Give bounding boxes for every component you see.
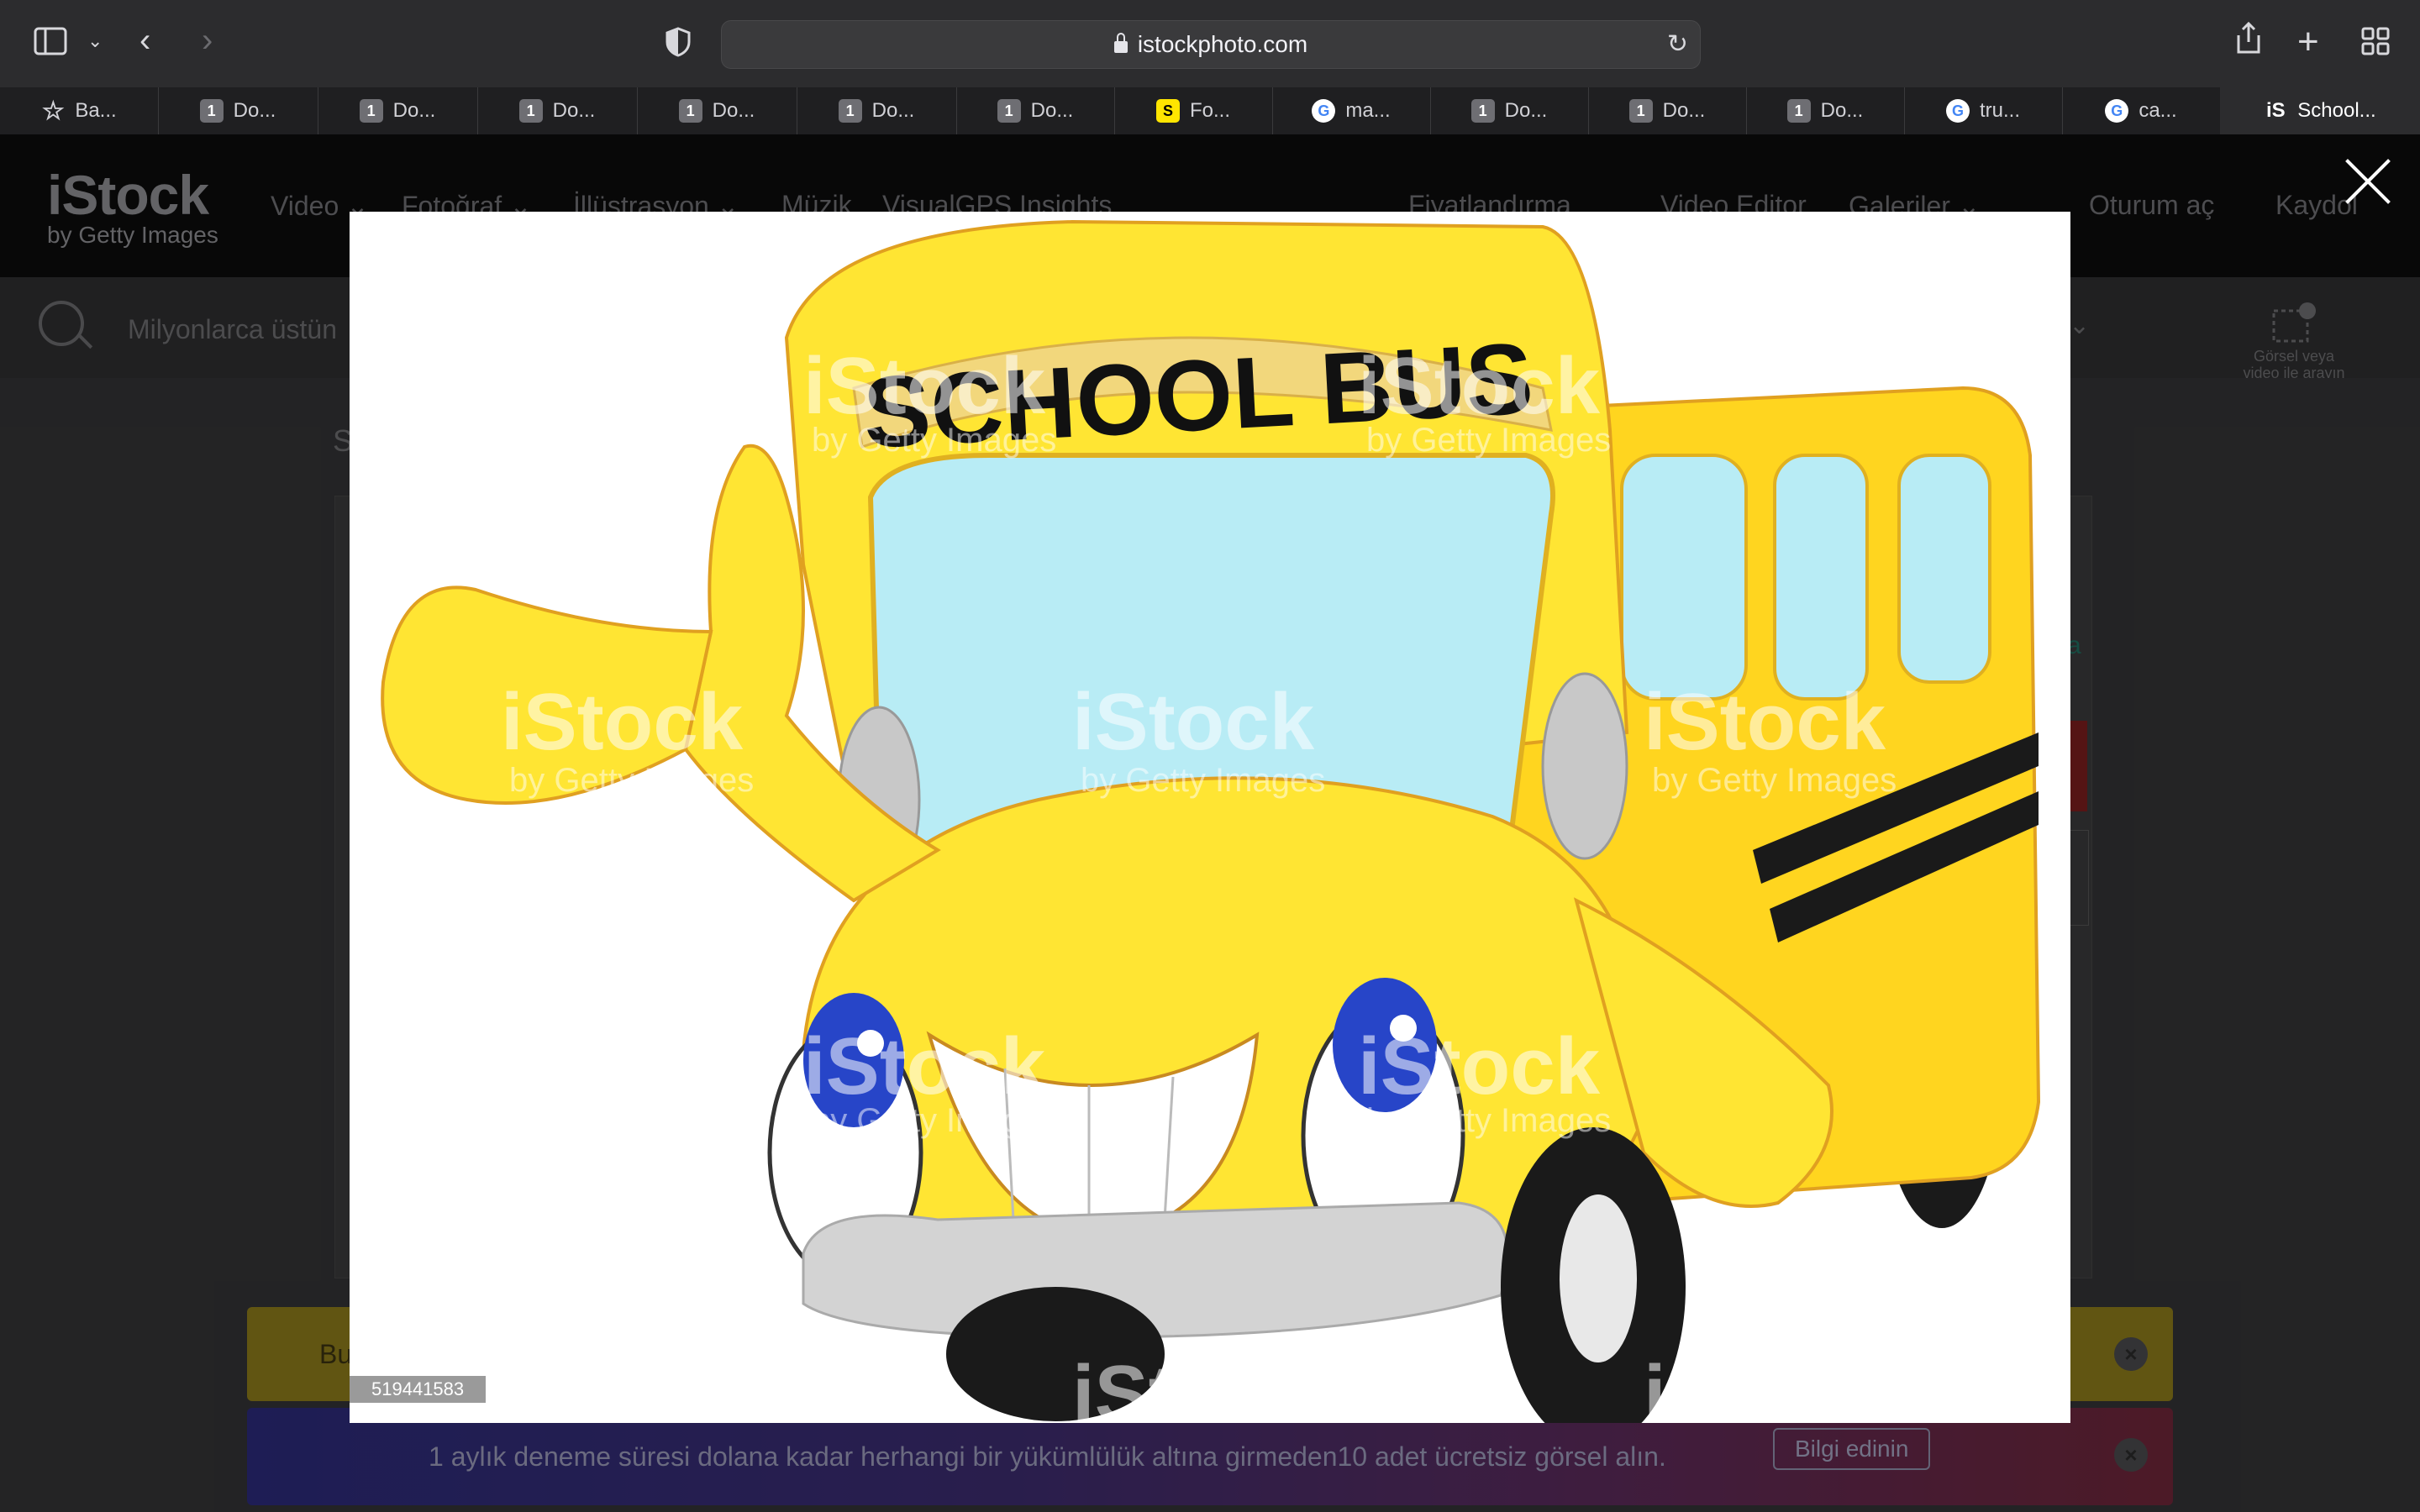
- onepassword-icon: 1: [1470, 99, 1495, 123]
- tab-label: Do...: [1662, 99, 1706, 122]
- tab-1password[interactable]: 1 Do...: [1746, 87, 1905, 134]
- tab-1password[interactable]: 1 Do...: [1588, 87, 1747, 134]
- tab-label: Do...: [552, 99, 596, 122]
- google-icon: G: [1312, 99, 1336, 123]
- tab-label: Ba...: [75, 99, 117, 122]
- watermark-sub-text: by Getty Images: [812, 1102, 1056, 1139]
- onepassword-icon: 1: [678, 99, 702, 123]
- tab-1password[interactable]: 1 Do...: [956, 87, 1115, 134]
- tab-label: Do...: [1820, 99, 1864, 122]
- back-icon[interactable]: ‹: [139, 24, 150, 57]
- tab-label: tru...: [1979, 99, 2020, 122]
- reload-icon[interactable]: ↻: [1667, 29, 1688, 59]
- onepassword-icon: 1: [838, 99, 862, 123]
- chevron-down-icon[interactable]: ⌄: [87, 32, 103, 50]
- tab-label: ma...: [1345, 99, 1391, 122]
- watermark-sub-text: by Getty Images: [1366, 422, 1611, 459]
- watermark-text: iStock: [1358, 341, 1601, 431]
- tab-label: Do...: [871, 99, 915, 122]
- privacy-shield-icon[interactable]: [666, 27, 691, 63]
- watermark-text: iStock: [803, 1021, 1046, 1111]
- watermark-text: iStock: [1072, 677, 1315, 767]
- tab-label: Fo...: [1189, 99, 1230, 122]
- watermark-text: iStock: [1644, 1349, 1886, 1423]
- tab-1password[interactable]: 1 Do...: [477, 87, 638, 134]
- watermark-text: iStock: [501, 1349, 744, 1423]
- lightbox-close-icon[interactable]: [2343, 156, 2393, 207]
- istock-icon: iS: [2265, 99, 2286, 122]
- url-text: istockphoto.com: [722, 31, 1700, 58]
- tab-1password[interactable]: 1 Do...: [637, 87, 797, 134]
- tab-label: Do...: [712, 99, 755, 122]
- star-icon: ☆: [41, 97, 65, 125]
- tab-1password[interactable]: 1 Do...: [797, 87, 957, 134]
- tab-label: ca...: [2139, 99, 2177, 122]
- google-icon: G: [2105, 99, 2129, 123]
- new-tab-icon[interactable]: +: [2297, 24, 2319, 60]
- sidebar-toggle-icon[interactable]: [34, 27, 67, 61]
- tab-label: School...: [2297, 99, 2376, 122]
- url-label: istockphoto.com: [1137, 31, 1308, 57]
- s-icon: S: [1155, 99, 1180, 123]
- onepassword-icon: 1: [518, 99, 543, 123]
- tab-overview-icon[interactable]: [2361, 27, 2390, 61]
- onepassword-icon: 1: [199, 99, 224, 123]
- tab-google[interactable]: Gma...: [1272, 87, 1431, 134]
- watermark-text: iStock: [1644, 677, 1886, 767]
- tab-label: Do...: [1030, 99, 1074, 122]
- lock-icon: [1113, 33, 1128, 53]
- browser-toolbar: ⌄ ‹ › istockphoto.com ↻ +: [0, 0, 2420, 88]
- tab-label: Do...: [233, 99, 276, 122]
- onepassword-icon: 1: [997, 99, 1021, 123]
- watermark-sub-text: by Getty Images: [812, 422, 1056, 459]
- tab-label: Do...: [1504, 99, 1548, 122]
- watermark-text: iStock: [1072, 1349, 1315, 1423]
- watermark-sub-text: by Getty Images: [509, 762, 754, 799]
- watermark-sub-text: by Getty Images: [1366, 1102, 1611, 1139]
- share-icon[interactable]: [2235, 21, 2262, 61]
- tab-1password[interactable]: 1 Do...: [318, 87, 478, 134]
- school-bus-illustration: SCHOOL BUS iStock iStock iStock iStock i…: [381, 219, 2041, 1423]
- tab-1password[interactable]: 1 Do...: [158, 87, 318, 134]
- tab-1password[interactable]: 1 Do...: [1430, 87, 1589, 134]
- address-bar[interactable]: istockphoto.com ↻: [721, 20, 1701, 69]
- tab-bar: ☆ Ba... 1 Do... 1 Do... 1 Do... 1 Do... 1 Do..…: [0, 87, 2420, 135]
- watermark-text: iStock: [501, 677, 744, 767]
- watermark-sub-text: by Getty Images: [1652, 762, 1897, 799]
- watermark-text: iStock: [1358, 1021, 1601, 1111]
- image-preview: SCHOOL BUS iStock iStock iStock iStock i…: [350, 212, 2070, 1423]
- tab-label: Do...: [392, 99, 436, 122]
- forward-icon[interactable]: ›: [202, 24, 213, 57]
- tab-istock-active[interactable]: iS School...: [2220, 87, 2420, 134]
- onepassword-icon: 1: [1628, 99, 1653, 123]
- tab-google[interactable]: Gca...: [2062, 87, 2221, 134]
- onepassword-icon: 1: [359, 99, 383, 123]
- tab-google[interactable]: Gtru...: [1904, 87, 2063, 134]
- tab-bookmarks[interactable]: ☆ Ba...: [0, 87, 159, 134]
- onepassword-icon: 1: [1786, 99, 1811, 123]
- image-id-label: 519441583: [350, 1376, 487, 1403]
- watermark-text: iStock: [803, 341, 1046, 431]
- google-icon: G: [1945, 99, 1970, 123]
- watermark-sub-text: by Getty Images: [1081, 762, 1325, 799]
- tab-s-site[interactable]: S Fo...: [1114, 87, 1273, 134]
